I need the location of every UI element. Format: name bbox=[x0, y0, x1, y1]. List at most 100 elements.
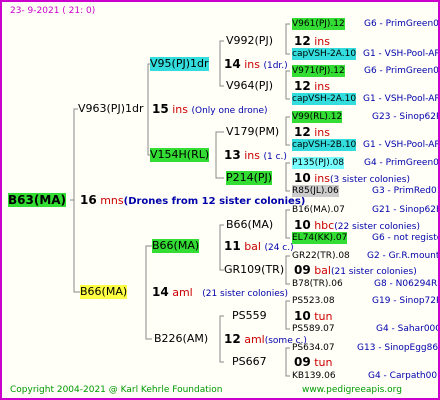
sire-b-b-bot-info: G3 - PrimRed01 bbox=[372, 186, 440, 196]
sire-b-a-top-id: V99(RL).12 bbox=[292, 111, 343, 123]
dam-b-num: 12 bbox=[224, 332, 241, 346]
sire-a-a-num: 12 bbox=[294, 34, 311, 48]
sire-b-a-bot-id: capVSH-2B.10 bbox=[292, 139, 357, 151]
root-code: mns bbox=[100, 194, 124, 207]
dam-b-a-info: 10 tun bbox=[294, 309, 332, 324]
dam-a-b-id: GR109(TR) bbox=[224, 263, 285, 276]
footer-copyright: Copyright 2004-2021 @ Karl Kehrle Founda… bbox=[10, 385, 223, 395]
dam-a-num: 11 bbox=[224, 239, 241, 253]
dam-a-b-num: 09 bbox=[294, 263, 311, 277]
dam-a-a-bot-id: EL74(KK).07 bbox=[292, 232, 348, 244]
sire-b-code: ins bbox=[244, 149, 260, 162]
sire-a-code: ins bbox=[244, 58, 260, 71]
dam-b-b-id: PS667 bbox=[232, 355, 267, 368]
dam-a-id: B66(MA) bbox=[152, 239, 200, 253]
sire-a-a-id: V992(PJ) bbox=[226, 34, 273, 47]
dam-num: 14 bbox=[152, 285, 169, 299]
sire-a-b-num: 12 bbox=[294, 79, 311, 93]
sire-num: 15 bbox=[152, 102, 169, 116]
sire-a-b-info: 12 ins bbox=[294, 79, 330, 94]
dam-a-info: 11 bal (24 c.) bbox=[224, 239, 294, 254]
sire-a-info: 14 ins (1dr.) bbox=[224, 57, 288, 72]
dam-b-code: aml bbox=[244, 333, 265, 346]
dam-b-b-bot-id: KB139.06 bbox=[292, 371, 336, 381]
dam-b-b-num: 09 bbox=[294, 355, 311, 369]
dam-a-a-top-id: B16(MA).07 bbox=[292, 205, 345, 215]
sire-a-a-bot-id: capVSH-2A.10 bbox=[292, 48, 357, 60]
dam-a-code: bal bbox=[244, 240, 261, 253]
sire-b-b-code: ins bbox=[314, 172, 330, 185]
dam-a-b-code: bal bbox=[314, 264, 331, 277]
sire-a-b-bot-id: capVSH-2A.10 bbox=[292, 93, 357, 105]
sire-b-id: V154H(RL) bbox=[150, 148, 210, 162]
sire-a-a-top-info: G6 - PrimGreen00 bbox=[364, 19, 440, 29]
header-date: 23- 9-2021 ( 21: 0) bbox=[10, 6, 96, 16]
sire-a-a-code: ins bbox=[314, 35, 330, 48]
sire-b-a-top-info: G23 - Sinop62R bbox=[372, 112, 440, 122]
dam-a-b-info: 09 bal(21 sister colonies) bbox=[294, 263, 417, 278]
dam-a-b-top-info: G2 - Gr.R.mounta bbox=[367, 251, 440, 261]
sire-b-a-num: 12 bbox=[294, 125, 311, 139]
sire-b-note: (1 c.) bbox=[263, 152, 287, 162]
sire-b-b-note: (3 sister colonies) bbox=[329, 175, 410, 185]
sire-id: V963(PJ)1dr bbox=[78, 102, 144, 115]
dam-b-b-bot-info: G4 - Carpath00R bbox=[368, 371, 440, 381]
dam-b-a-bot-id: PS589.07 bbox=[292, 324, 335, 334]
root-info: 16 mns(Drones from 12 sister colonies) bbox=[80, 193, 305, 209]
root-queen-id: B63(MA) bbox=[8, 193, 67, 207]
dam-b-a-top-info: G19 - Sinop72R bbox=[372, 296, 440, 306]
sire-b-b-id: P214(PJ) bbox=[226, 171, 273, 185]
sire-note: (Only one drone) bbox=[191, 106, 268, 116]
dam-a-a-bot-info: G6 - not registe bbox=[372, 233, 440, 243]
sire-a-id: V95(PJ)1dr bbox=[150, 57, 209, 71]
dam-b-a-top-id: PS523.08 bbox=[292, 296, 335, 306]
sire-a-a-top-id: V961(PJ).12 bbox=[292, 18, 345, 30]
dam-b-a-code: tun bbox=[314, 310, 333, 323]
sire-a-b-top-info: G6 - PrimGreen00 bbox=[364, 66, 440, 76]
dam-a-a-note: (22 sister colonies) bbox=[334, 222, 420, 232]
dam-a-b-top-id: GR22(TR).08 bbox=[292, 251, 350, 261]
sire-a-a-info: 12 ins bbox=[294, 34, 330, 49]
dam-b-id: B226(AM) bbox=[154, 332, 209, 345]
dam-a-note: (24 c.) bbox=[264, 243, 294, 253]
sire-a-note: (1dr.) bbox=[263, 61, 288, 71]
dam-a-a-code: hbc bbox=[314, 219, 335, 232]
dam-a-a-num: 10 bbox=[294, 218, 311, 232]
dam-id: B66(MA) bbox=[80, 285, 128, 299]
sire-b-b-bot-id: R85(JL).06 bbox=[292, 185, 339, 197]
dam-b-b-top-id: PS634.07 bbox=[292, 343, 335, 353]
dam-b-a-num: 10 bbox=[294, 309, 311, 323]
sire-b-b-num: 10 bbox=[294, 171, 311, 185]
dam-a-a-top-info: G21 - Sinop62R bbox=[372, 205, 440, 215]
dam-b-a-id: PS559 bbox=[232, 309, 267, 322]
root-num: 16 bbox=[80, 193, 97, 207]
sire-b-a-bot-info: G1 - VSH-Pool-AR bbox=[363, 140, 440, 150]
sire-b-a-id: V179(PM) bbox=[226, 125, 280, 138]
dam-b-b-code: tun bbox=[314, 356, 333, 369]
dam-b-b-info: 09 tun bbox=[294, 355, 332, 370]
sire-b-a-info: 12 ins bbox=[294, 125, 330, 140]
sire-b-b-info: 10 ins(3 sister colonies) bbox=[294, 171, 410, 186]
dam-a-b-bot-info: G8 - N06294R bbox=[374, 279, 438, 289]
dam-code: aml bbox=[172, 286, 193, 299]
sire-a-b-top-id: V971(PJ).12 bbox=[292, 65, 345, 77]
sire-a-b-code: ins bbox=[314, 80, 330, 93]
dam-a-b-bot-id: B78(TR).06 bbox=[292, 279, 343, 289]
dam-b-b-top-info: G13 - SinopEgg86R bbox=[357, 343, 440, 353]
dam-a-a-id: B66(MA) bbox=[226, 218, 274, 231]
dam-info: 14 aml (21 sister colonies) bbox=[152, 285, 288, 300]
sire-b-a-code: ins bbox=[314, 126, 330, 139]
dam-note: (21 sister colonies) bbox=[202, 289, 288, 299]
root-note: (Drones from 12 sister colonies) bbox=[123, 196, 306, 207]
footer-url[interactable]: www.pedigreeapis.org bbox=[302, 385, 402, 396]
sire-b-info: 13 ins (1 c.) bbox=[224, 148, 287, 163]
sire-code: ins bbox=[172, 103, 188, 116]
sire-a-a-bot-info: G1 - VSH-Pool-AR bbox=[363, 49, 440, 59]
sire-a-num: 14 bbox=[224, 57, 241, 71]
sire-b-b-top-info: G4 - PrimGreen00 bbox=[364, 158, 440, 168]
sire-b-num: 13 bbox=[224, 148, 241, 162]
pedigree-chart: 23- 9-2021 ( 21: 0) B63(MA) 16 mns(Drone… bbox=[0, 0, 440, 400]
dam-a-a-info: 10 hbc(22 sister colonies) bbox=[294, 218, 420, 233]
sire-a-b-id: V964(PJ) bbox=[226, 79, 273, 92]
sire-b-b-top-id: P135(PJ).08 bbox=[292, 157, 345, 169]
